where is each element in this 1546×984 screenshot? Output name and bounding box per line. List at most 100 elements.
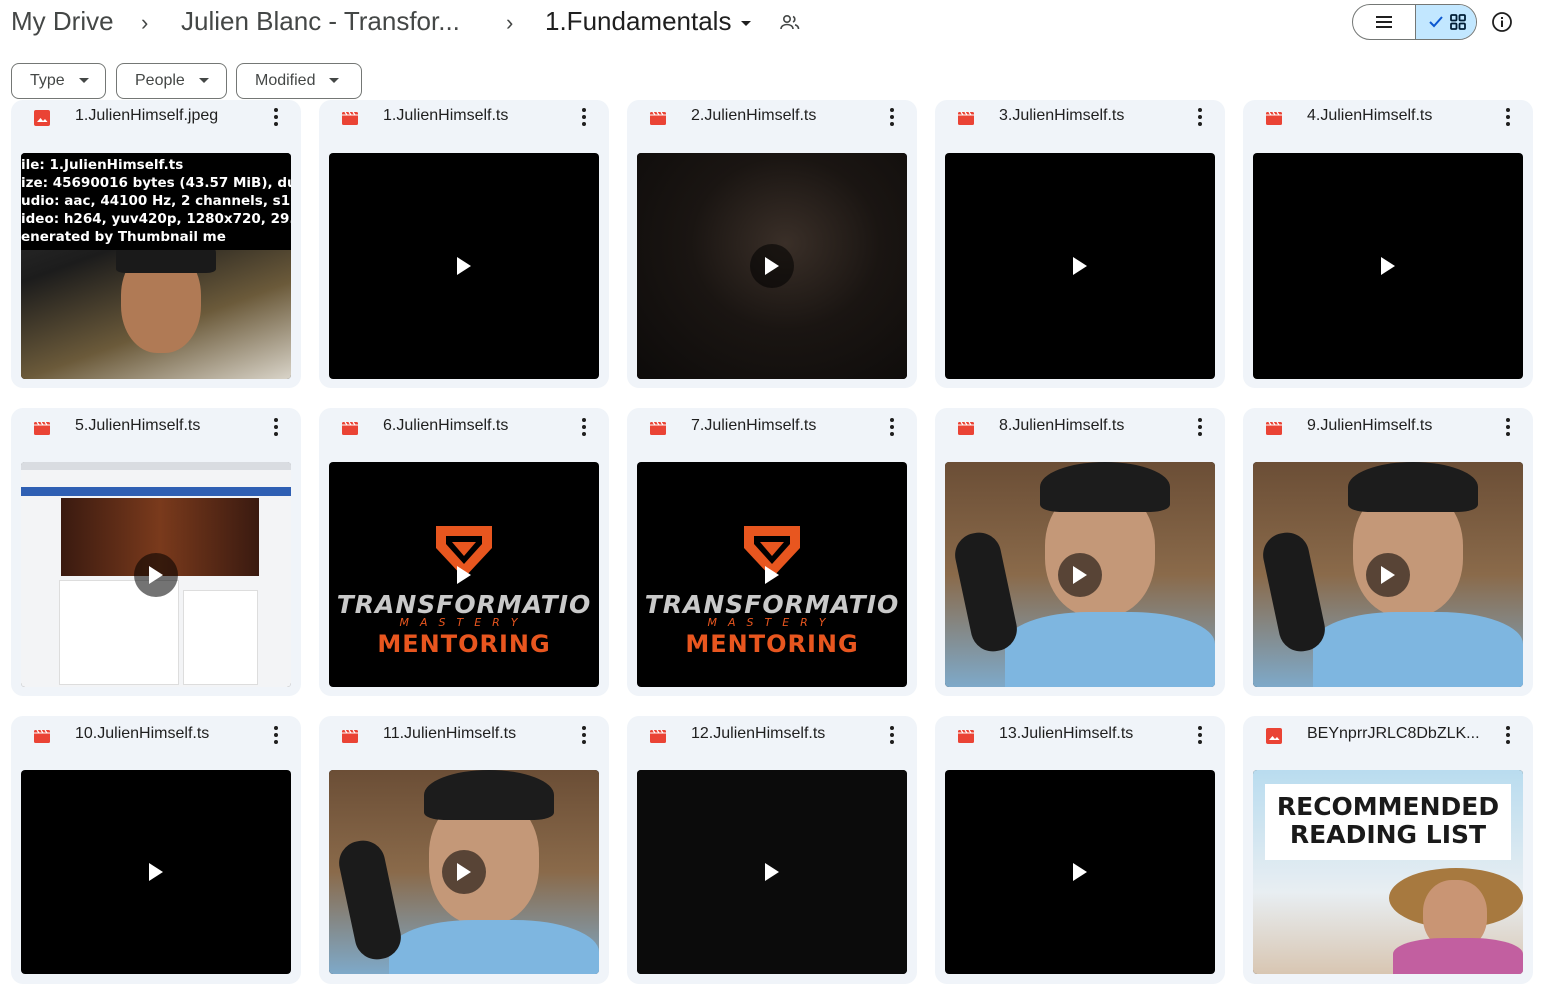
type-filter-label: Type xyxy=(30,72,65,89)
file-thumbnail[interactable] xyxy=(329,770,599,974)
file-card-header: 3.JulienHimself.ts xyxy=(935,100,1225,136)
file-name: 2.JulienHimself.ts xyxy=(691,107,817,124)
file-card[interactable]: 3.JulienHimself.ts xyxy=(935,100,1225,388)
play-icon xyxy=(765,863,779,881)
file-card-header: 1.JulienHimself.ts xyxy=(319,100,609,136)
file-thumbnail[interactable] xyxy=(945,770,1215,974)
play-button[interactable] xyxy=(1058,552,1102,597)
file-name: 11.JulienHimself.ts xyxy=(383,725,517,742)
breadcrumb-my-drive[interactable]: My Drive xyxy=(11,6,114,37)
more-actions-icon[interactable] xyxy=(577,724,591,746)
file-name: 3.JulienHimself.ts xyxy=(999,107,1125,124)
play-icon xyxy=(457,863,471,881)
more-actions-icon[interactable] xyxy=(885,724,899,746)
play-button[interactable] xyxy=(1058,244,1102,288)
video-file-icon xyxy=(341,419,359,437)
more-actions-icon[interactable] xyxy=(885,416,899,438)
more-actions-icon[interactable] xyxy=(1193,724,1207,746)
more-actions-icon[interactable] xyxy=(1193,416,1207,438)
file-card-header: 5.JulienHimself.ts xyxy=(11,408,301,446)
file-thumbnail[interactable] xyxy=(637,153,907,379)
screen-navbar xyxy=(21,487,291,496)
grid-icon xyxy=(1450,14,1466,30)
video-file-icon xyxy=(341,727,359,745)
chevron-down-icon xyxy=(329,78,340,84)
file-card[interactable]: 4.JulienHimself.ts xyxy=(1243,100,1533,388)
breadcrumb-current-folder[interactable]: 1.Fundamentals xyxy=(545,6,752,37)
play-button[interactable] xyxy=(134,552,178,597)
type-filter-chip[interactable]: Type xyxy=(11,63,106,99)
list-icon xyxy=(1376,16,1392,28)
more-actions-icon[interactable] xyxy=(577,416,591,438)
more-actions-icon[interactable] xyxy=(269,724,283,746)
file-card[interactable]: 6.JulienHimself.ts TRANSFORMATIO MASTERY ME… xyxy=(319,408,609,696)
file-card[interactable]: 12.JulienHimself.ts xyxy=(627,716,917,984)
logo-line-mentoring: MENTORING xyxy=(377,630,551,658)
file-thumbnail[interactable] xyxy=(637,770,907,974)
file-card[interactable]: 10.JulienHimself.ts xyxy=(11,716,301,984)
checkmark-icon xyxy=(1429,16,1443,28)
file-card[interactable]: 1.JulienHimself.jpeg ile: 1.JulienHimself… xyxy=(11,100,301,388)
file-name: 1.JulienHimself.ts xyxy=(383,107,509,124)
file-thumbnail[interactable] xyxy=(945,462,1215,687)
more-actions-icon[interactable] xyxy=(269,106,283,128)
file-name: 8.JulienHimself.ts xyxy=(999,417,1125,434)
info-icon[interactable] xyxy=(1491,11,1513,33)
file-thumbnail[interactable]: TRANSFORMATIO MASTERY MENTORING xyxy=(637,462,907,687)
breadcrumb-parent-folder[interactable]: Julien Blanc - Transfor... xyxy=(181,6,460,37)
file-name: 1.JulienHimself.jpeg xyxy=(75,107,219,124)
file-thumbnail[interactable] xyxy=(329,153,599,379)
file-thumbnail[interactable] xyxy=(1253,153,1523,379)
more-actions-icon[interactable] xyxy=(577,106,591,128)
play-button[interactable] xyxy=(442,244,486,288)
file-card[interactable]: 7.JulienHimself.ts TRANSFORMATIO MASTERY ME… xyxy=(627,408,917,696)
play-icon xyxy=(765,257,779,275)
video-file-icon xyxy=(957,727,975,745)
chevron-right-icon: › xyxy=(506,10,514,35)
play-button[interactable] xyxy=(442,553,486,597)
play-button[interactable] xyxy=(134,850,178,894)
file-name: 7.JulienHimself.ts xyxy=(691,417,817,434)
more-actions-icon[interactable] xyxy=(885,106,899,128)
file-card[interactable]: 1.JulienHimself.ts xyxy=(319,100,609,388)
reading-list-line2: READING LIST xyxy=(1289,820,1487,849)
more-actions-icon[interactable] xyxy=(1501,106,1515,128)
file-card[interactable]: 5.JulienHimself.ts xyxy=(11,408,301,696)
grid-view-button[interactable] xyxy=(1415,5,1476,39)
play-button[interactable] xyxy=(1366,244,1410,288)
more-actions-icon[interactable] xyxy=(1193,106,1207,128)
play-button[interactable] xyxy=(1366,552,1410,597)
play-button[interactable] xyxy=(750,244,794,288)
file-thumbnail[interactable] xyxy=(21,770,291,974)
file-thumbnail[interactable]: RECOMMENDED READING LIST xyxy=(1253,770,1523,974)
logo-line-mentoring: MENTORING xyxy=(685,630,859,658)
people-filter-chip[interactable]: People xyxy=(116,63,227,99)
file-thumbnail[interactable]: TRANSFORMATIO MASTERY MENTORING xyxy=(329,462,599,687)
file-card[interactable]: 9.JulienHimself.ts xyxy=(1243,408,1533,696)
video-file-icon xyxy=(1265,419,1283,437)
file-card[interactable]: 8.JulienHimself.ts xyxy=(935,408,1225,696)
play-button[interactable] xyxy=(442,850,486,894)
modified-filter-chip[interactable]: Modified xyxy=(236,63,362,99)
thumbnail-info-overlay: ile: 1.JulienHimself.ts ize: 45690016 byt… xyxy=(21,153,291,250)
file-thumbnail[interactable] xyxy=(21,462,291,687)
play-button[interactable] xyxy=(1058,850,1102,894)
screen-panel xyxy=(183,590,258,685)
file-thumbnail[interactable]: ile: 1.JulienHimself.ts ize: 45690016 byt… xyxy=(21,153,291,379)
file-card[interactable]: 13.JulienHimself.ts xyxy=(935,716,1225,984)
play-button[interactable] xyxy=(750,553,794,597)
video-file-icon xyxy=(33,727,51,745)
file-thumbnail[interactable] xyxy=(945,153,1215,379)
list-view-button[interactable] xyxy=(1353,5,1415,39)
more-actions-icon[interactable] xyxy=(1501,724,1515,746)
shared-people-icon[interactable] xyxy=(778,11,802,35)
play-button[interactable] xyxy=(750,850,794,894)
file-card[interactable]: 2.JulienHimself.ts xyxy=(627,100,917,388)
file-thumbnail[interactable] xyxy=(1253,462,1523,687)
file-card[interactable]: BEYnprrJRLC8DbZLK... RECOMMENDED READING L… xyxy=(1243,716,1533,984)
more-actions-icon[interactable] xyxy=(269,416,283,438)
file-card[interactable]: 11.JulienHimself.ts xyxy=(319,716,609,984)
more-actions-icon[interactable] xyxy=(1501,416,1515,438)
video-file-icon xyxy=(957,109,975,127)
file-name: 5.JulienHimself.ts xyxy=(75,417,201,434)
